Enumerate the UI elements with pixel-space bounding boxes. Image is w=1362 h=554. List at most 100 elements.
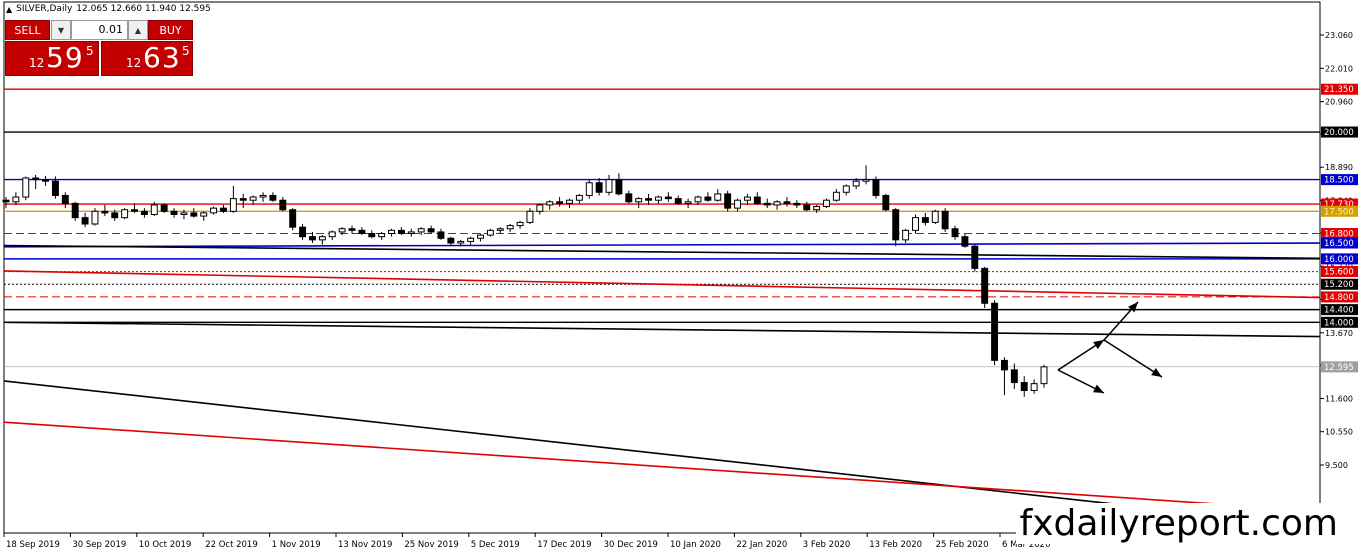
- candle-body: [348, 228, 356, 231]
- level-label: 15.600: [1324, 268, 1354, 278]
- candle-body: [961, 236, 969, 247]
- ohlc-values: 12.065 12.660 11.940 12.595: [76, 4, 211, 14]
- lot-increase-button[interactable]: ▲: [128, 20, 148, 40]
- candle-body: [220, 207, 227, 212]
- candle-body: [516, 221, 524, 227]
- candle-body: [1000, 359, 1008, 371]
- candle-body: [556, 201, 564, 204]
- candle-body: [200, 212, 208, 217]
- price-tick-label: 23.060: [1325, 31, 1353, 40]
- candle-body: [51, 180, 59, 196]
- buy-button[interactable]: BUY: [148, 20, 193, 40]
- candle-body: [753, 196, 761, 204]
- buy-price-pip: 5: [182, 44, 190, 58]
- candle-body: [447, 237, 455, 244]
- trend-line: [3, 421, 1321, 512]
- candle-body: [783, 201, 791, 204]
- level-label: 16.000: [1324, 255, 1354, 265]
- candle-body: [704, 196, 712, 201]
- candle-body: [131, 209, 138, 212]
- candle-body: [1020, 382, 1028, 391]
- candle-body: [803, 204, 811, 211]
- candle-body: [921, 217, 929, 223]
- candle-body: [991, 302, 999, 361]
- arrow-head: [1093, 340, 1104, 350]
- candle-body: [595, 182, 603, 193]
- trend-line: [3, 321, 1321, 338]
- candle-body: [457, 240, 465, 244]
- lot-size-input[interactable]: 0.01: [71, 20, 128, 40]
- price-chart[interactable]: 23.06022.01020.96019.94018.89017.84016.8…: [0, 0, 1362, 554]
- candle-body: [981, 267, 989, 304]
- candle-body: [635, 198, 643, 203]
- candle-body: [763, 202, 771, 206]
- time-tick-label: 10 Oct 2019: [139, 540, 192, 550]
- candle-body: [872, 179, 880, 196]
- candle-body: [1010, 369, 1018, 384]
- time-tick-label: 10 Jan 2020: [670, 540, 721, 550]
- trend-line: [3, 244, 1321, 260]
- candle-body: [279, 199, 287, 211]
- sell-price-pip: 5: [86, 44, 94, 58]
- lot-decrease-button[interactable]: ▼: [51, 20, 71, 40]
- candle-body: [902, 229, 910, 241]
- candle-body: [941, 210, 949, 230]
- candle-body: [951, 228, 959, 238]
- price-tick-label: 20.960: [1325, 98, 1353, 107]
- candle-body: [585, 182, 593, 196]
- candle-body: [477, 234, 484, 239]
- candle-body: [615, 179, 623, 195]
- candle-body: [645, 198, 653, 201]
- candle-body: [486, 229, 494, 236]
- time-tick-label: 3 Feb 2020: [803, 540, 851, 550]
- time-tick-label: 22 Oct 2019: [205, 540, 258, 550]
- candle-body: [912, 217, 919, 231]
- candle-body: [862, 179, 870, 182]
- candle-body: [32, 177, 40, 181]
- candle-body: [150, 204, 158, 215]
- buy-price-button[interactable]: 12 63 5: [101, 41, 193, 76]
- candle-body: [793, 202, 801, 206]
- candle-body: [289, 209, 297, 228]
- level-label: 14.800: [1324, 293, 1354, 303]
- candle-body: [654, 196, 662, 201]
- candle-body: [892, 209, 900, 241]
- time-tick-label: 5 Dec 2019: [471, 540, 520, 550]
- level-label: 12.595: [1324, 363, 1354, 373]
- candle-body: [546, 201, 554, 206]
- candle-body: [259, 194, 267, 198]
- level-label: 17.500: [1324, 207, 1354, 217]
- level-label: 21.350: [1324, 85, 1354, 95]
- candle-body: [190, 212, 198, 217]
- candle-body: [971, 245, 979, 269]
- price-tick-label: 13.670: [1325, 329, 1353, 338]
- candle-body: [664, 196, 672, 200]
- candle-body: [91, 210, 99, 225]
- candle-body: [823, 199, 830, 208]
- level-label: 16.500: [1324, 239, 1354, 249]
- candle-body: [210, 207, 218, 214]
- candle-body: [358, 229, 366, 235]
- candle-body: [694, 196, 702, 203]
- time-tick-label: 13 Feb 2020: [869, 540, 922, 550]
- candle-body: [605, 179, 613, 193]
- candle-body: [299, 226, 307, 238]
- sell-price-button[interactable]: 12 59 5: [5, 41, 99, 76]
- candle-body: [378, 233, 386, 238]
- candle-body: [388, 229, 396, 235]
- candle-body: [229, 198, 237, 212]
- trend-line: [3, 242, 1321, 248]
- candle-body: [674, 198, 682, 204]
- candle-body: [566, 199, 573, 204]
- candle-body: [743, 196, 751, 201]
- candle-body: [496, 228, 504, 231]
- sell-button[interactable]: SELL: [5, 20, 50, 40]
- candle-body: [506, 225, 514, 230]
- candle-body: [111, 212, 119, 219]
- time-tick-label: 25 Nov 2019: [404, 540, 458, 550]
- watermark: fxdailyreport.com: [1015, 503, 1342, 544]
- candle-body: [338, 228, 346, 233]
- candle-body: [714, 193, 722, 201]
- level-label: 20.000: [1324, 128, 1354, 138]
- time-tick-label: 22 Jan 2020: [736, 540, 787, 550]
